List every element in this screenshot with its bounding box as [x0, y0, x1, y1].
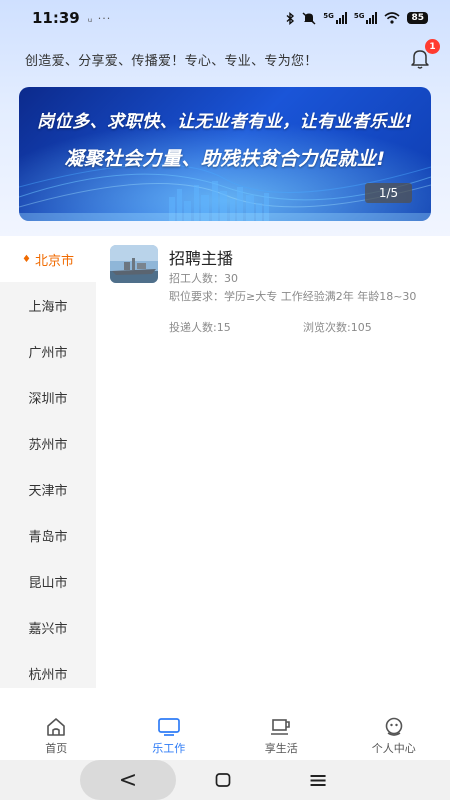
city-item-suzhou[interactable]: 苏州市 [0, 420, 96, 466]
city-item-guangzhou[interactable]: 广州市 [0, 328, 96, 374]
banner-headline: 岗位多、求职快、让无业者有业，让有业者乐业! [37, 112, 413, 132]
banner-carousel[interactable]: 岗位多、求职快、让无业者有业，让有业者乐业! 凝聚社会力量、助残扶贫合力促就业!… [19, 87, 431, 221]
flame-icon: ♦ [22, 253, 31, 265]
status-right-group: 5G 5G 85 [286, 11, 428, 25]
coffee-cup-icon [271, 719, 291, 735]
status-notification-icons: ᵤ ··· [87, 11, 112, 25]
tab-label: 享生活 [264, 742, 298, 755]
user-icon [385, 717, 403, 736]
square-icon [215, 773, 231, 787]
monitor-icon [157, 718, 180, 736]
signal-2-icon: 5G [354, 12, 378, 24]
banner-subheadline: 凝聚社会力量、助残扶贫合力促就业! [64, 148, 386, 170]
home-icon [47, 718, 66, 736]
city-sidebar: ♦ 北京市 上海市 广州市 深圳市 苏州市 天津市 青岛市 昆山市 嘉兴市 杭州市 [0, 236, 96, 688]
notification-badge: 1 [425, 39, 440, 54]
slogan-row: 创造爱、分享爱、传播爱！专心、专业、专为您！ 1 [0, 39, 450, 74]
status-time: 11:39 [32, 9, 80, 27]
status-bar: 11:39 ᵤ ··· 5G 5G 85 [0, 0, 450, 36]
tab-label: 首页 [45, 742, 68, 755]
home-square-button[interactable] [203, 760, 243, 800]
city-label: 上海市 [28, 299, 68, 315]
tab-life[interactable]: 享生活 [225, 712, 338, 760]
system-navigation-bar: < ≡ [0, 760, 450, 800]
back-icon[interactable]: < [108, 760, 148, 800]
tab-label: 乐工作 [152, 742, 186, 755]
city-item-tianjin[interactable]: 天津市 [0, 466, 96, 512]
battery-indicator: 85 [407, 12, 428, 24]
job-requirements: 职位要求：学历≥大专 工作经验满2年 年龄18~30 [169, 290, 417, 303]
bottom-tab-bar: 首页 乐工作 享生活 个人中心 [0, 712, 450, 760]
tab-home[interactable]: 首页 [0, 712, 113, 760]
tab-work[interactable]: 乐工作 [113, 712, 226, 760]
city-item-hangzhou[interactable]: 杭州市 [0, 650, 96, 696]
city-label: 广州市 [28, 345, 68, 361]
city-item-qingdao[interactable]: 青岛市 [0, 512, 96, 558]
job-title: 招聘主播 [169, 249, 234, 268]
city-label: 青岛市 [28, 529, 68, 545]
tab-profile[interactable]: 个人中心 [338, 712, 450, 760]
slogan-text: 创造爱、分享爱、传播爱！专心、专业、专为您！ [25, 53, 318, 69]
city-label: 杭州市 [28, 667, 68, 683]
mute-icon [302, 11, 316, 25]
city-item-beijing[interactable]: ♦ 北京市 [0, 236, 96, 282]
city-item-jiaxing[interactable]: 嘉兴市 [0, 604, 96, 650]
notification-button[interactable]: 1 [408, 39, 440, 71]
city-label: 深圳市 [28, 391, 68, 407]
city-label: 昆山市 [28, 575, 68, 591]
banner-page-indicator: 1/5 [365, 183, 412, 203]
city-item-shanghai[interactable]: 上海市 [0, 282, 96, 328]
bluetooth-icon [286, 11, 295, 25]
city-label: 嘉兴市 [28, 621, 68, 637]
job-list-item[interactable]: 招聘主播 招工人数：30 职位要求：学历≥大专 工作经验满2年 年龄18~30 … [108, 242, 443, 342]
job-views: 浏览次数:105 [303, 321, 372, 334]
job-applications: 投递人数:15 [169, 321, 231, 334]
city-label: 北京市 [34, 253, 74, 269]
city-label: 天津市 [28, 483, 68, 499]
menu-icon[interactable]: ≡ [298, 760, 338, 800]
city-item-shenzhen[interactable]: 深圳市 [0, 374, 96, 420]
signal-1-icon: 5G [323, 12, 347, 24]
tab-label: 个人中心 [371, 742, 416, 755]
wifi-icon [384, 12, 400, 24]
city-label: 苏州市 [28, 437, 68, 453]
job-headcount: 招工人数：30 [169, 272, 238, 285]
city-item-kunshan[interactable]: 昆山市 [0, 558, 96, 604]
job-thumbnail [110, 245, 158, 283]
